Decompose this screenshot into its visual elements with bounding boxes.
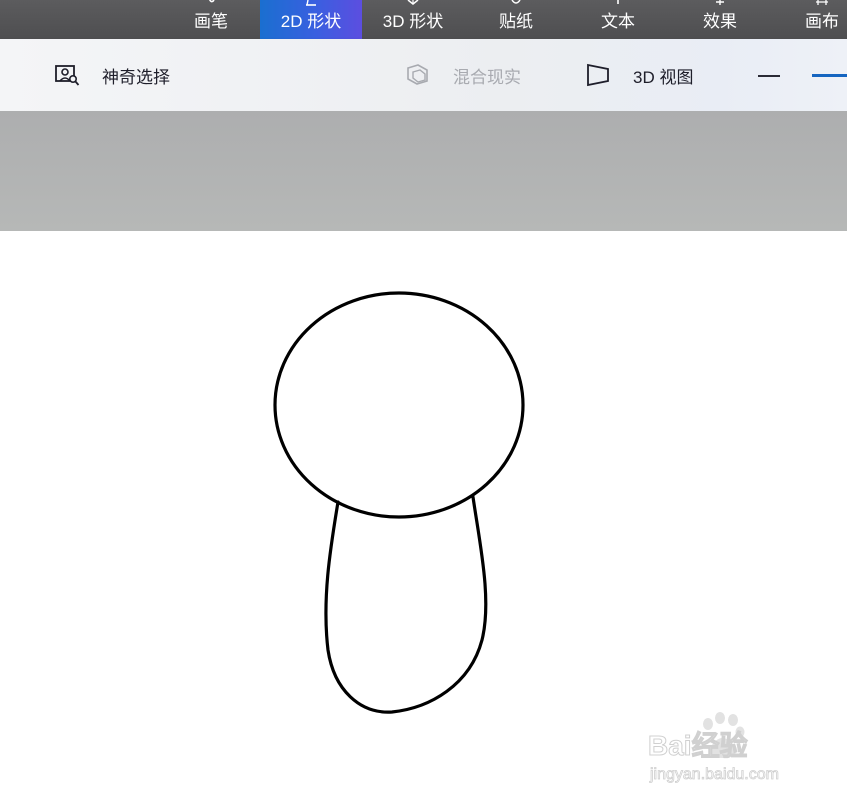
canvas-icon	[816, 0, 828, 5]
magic-select-icon	[55, 65, 80, 86]
tab-label: 画布	[805, 12, 839, 31]
tab-2d-shapes[interactable]: 2D 形状	[260, 0, 362, 39]
3d-view-icon	[587, 63, 609, 87]
head-ellipse[interactable]	[273, 291, 525, 519]
body-shape[interactable]	[324, 495, 488, 714]
magic-select-label: 神奇选择	[102, 67, 170, 87]
tab-3d-shapes[interactable]: 3D 形状	[362, 0, 464, 39]
stickers-icon	[511, 0, 521, 4]
tab-effects[interactable]: 效果	[669, 0, 771, 39]
tab-text[interactable]: 文本	[567, 0, 669, 39]
watermark-logo-text: Bai经验	[648, 729, 748, 761]
tab-label: 画笔	[194, 12, 228, 31]
mixed-reality-label: 混合现实	[453, 67, 521, 87]
tab-brushes[interactable]: 画笔	[160, 0, 262, 39]
tab-label: 效果	[703, 12, 737, 31]
baidu-watermark: Bai经验 jingyan.baidu.com	[648, 712, 779, 783]
mixed-reality-button[interactable]: 混合现实	[405, 39, 521, 111]
3d-view-button[interactable]: 3D 视图	[585, 39, 693, 111]
top-ribbon: 画笔 2D 形状 3D 形状 贴纸 文本 效果 画布	[0, 0, 847, 39]
tab-label: 3D 形状	[382, 12, 444, 31]
watermark-url: jingyan.baidu.com	[649, 766, 779, 783]
text-icon	[617, 0, 619, 4]
2d-shapes-icon	[306, 0, 316, 6]
effects-icon	[716, 0, 724, 5]
magic-select-button[interactable]: 神奇选择	[54, 39, 170, 111]
3d-view-label: 3D 视图	[633, 67, 694, 87]
tab-label: 贴纸	[499, 12, 533, 31]
tab-canvas[interactable]: 画布	[771, 0, 847, 39]
brush-icon	[208, 0, 215, 3]
zoom-out-icon[interactable]	[758, 75, 780, 77]
tab-label: 2D 形状	[280, 12, 342, 31]
tab-label: 文本	[601, 12, 635, 31]
zoom-slider[interactable]	[812, 74, 847, 77]
mixed-reality-icon	[407, 64, 428, 85]
3d-shapes-icon	[407, 0, 419, 5]
tab-stickers[interactable]: 贴纸	[465, 0, 567, 39]
tools-toolbar: 神奇选择 混合现实 3D 视图	[0, 39, 847, 111]
workspace-background	[0, 111, 847, 231]
